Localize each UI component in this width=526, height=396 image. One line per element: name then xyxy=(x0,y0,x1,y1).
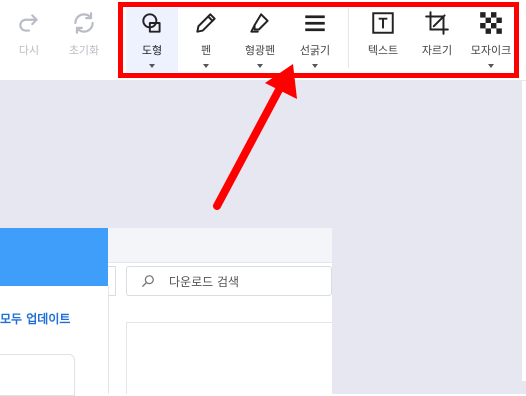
redo-label: 다시 xyxy=(18,44,40,57)
tool-text-label: 텍스트 xyxy=(367,44,399,57)
chevron-down-icon xyxy=(312,64,318,68)
download-search-box[interactable]: 다운로드 검색 xyxy=(126,266,332,296)
reset-label: 초기화 xyxy=(68,44,100,57)
download-list-area xyxy=(126,322,332,394)
tool-shape-label: 도형 xyxy=(141,44,163,57)
tool-crop-label: 자르기 xyxy=(421,44,453,57)
captured-window: 모두 업데이트 다운로드 검색 xyxy=(0,228,332,396)
toolbar-divider xyxy=(118,8,119,68)
window-titlebar xyxy=(108,228,332,263)
tool-shape[interactable]: 도형 xyxy=(126,8,178,72)
search-placeholder: 다운로드 검색 xyxy=(169,274,240,289)
capture-toolbar: 다시 초기화 도형 펜 형광펜 선굵기 텍스트 자르기 모자이크 xyxy=(0,0,526,81)
shape-icon xyxy=(142,13,161,33)
toolbar-stub xyxy=(108,266,116,296)
tool-crop[interactable]: 자르기 xyxy=(416,8,458,72)
toolbar-divider xyxy=(348,8,349,68)
crop-icon xyxy=(425,11,449,35)
chevron-down-icon xyxy=(257,64,263,68)
redo-icon xyxy=(19,14,38,32)
text-icon xyxy=(372,12,394,34)
tool-mosaic[interactable]: 모자이크 xyxy=(468,8,514,72)
reset-button[interactable]: 초기화 xyxy=(64,8,104,72)
scrollbar-track xyxy=(522,81,526,381)
tool-highlighter[interactable]: 형광펜 xyxy=(238,8,282,72)
reset-icon xyxy=(74,12,94,34)
tool-highlighter-label: 형광펜 xyxy=(244,44,276,57)
tool-pen[interactable]: 펜 xyxy=(188,8,224,72)
update-all-link[interactable]: 모두 업데이트 xyxy=(0,310,70,327)
highlighter-icon xyxy=(250,13,269,33)
pen-icon xyxy=(196,13,216,33)
mosaic-icon xyxy=(480,12,502,34)
sidebar-card xyxy=(0,354,75,396)
tool-mosaic-label: 모자이크 xyxy=(470,44,512,57)
tool-text[interactable]: 텍스트 xyxy=(360,8,406,72)
screenshot-stage: 다시 초기화 도형 펜 형광펜 선굵기 텍스트 자르기 모자이크 모두 업데이트… xyxy=(0,0,526,396)
line-weight-icon xyxy=(305,15,325,32)
tool-line-weight[interactable]: 선굵기 xyxy=(294,8,336,72)
tool-pen-label: 펜 xyxy=(200,44,212,57)
redo-button[interactable]: 다시 xyxy=(14,8,44,72)
search-icon xyxy=(142,275,154,287)
chevron-down-icon xyxy=(149,64,155,68)
tool-line-weight-label: 선굵기 xyxy=(299,44,331,57)
chevron-down-icon xyxy=(203,64,209,68)
sidebar-header xyxy=(0,228,108,286)
chevron-down-icon xyxy=(488,64,494,68)
